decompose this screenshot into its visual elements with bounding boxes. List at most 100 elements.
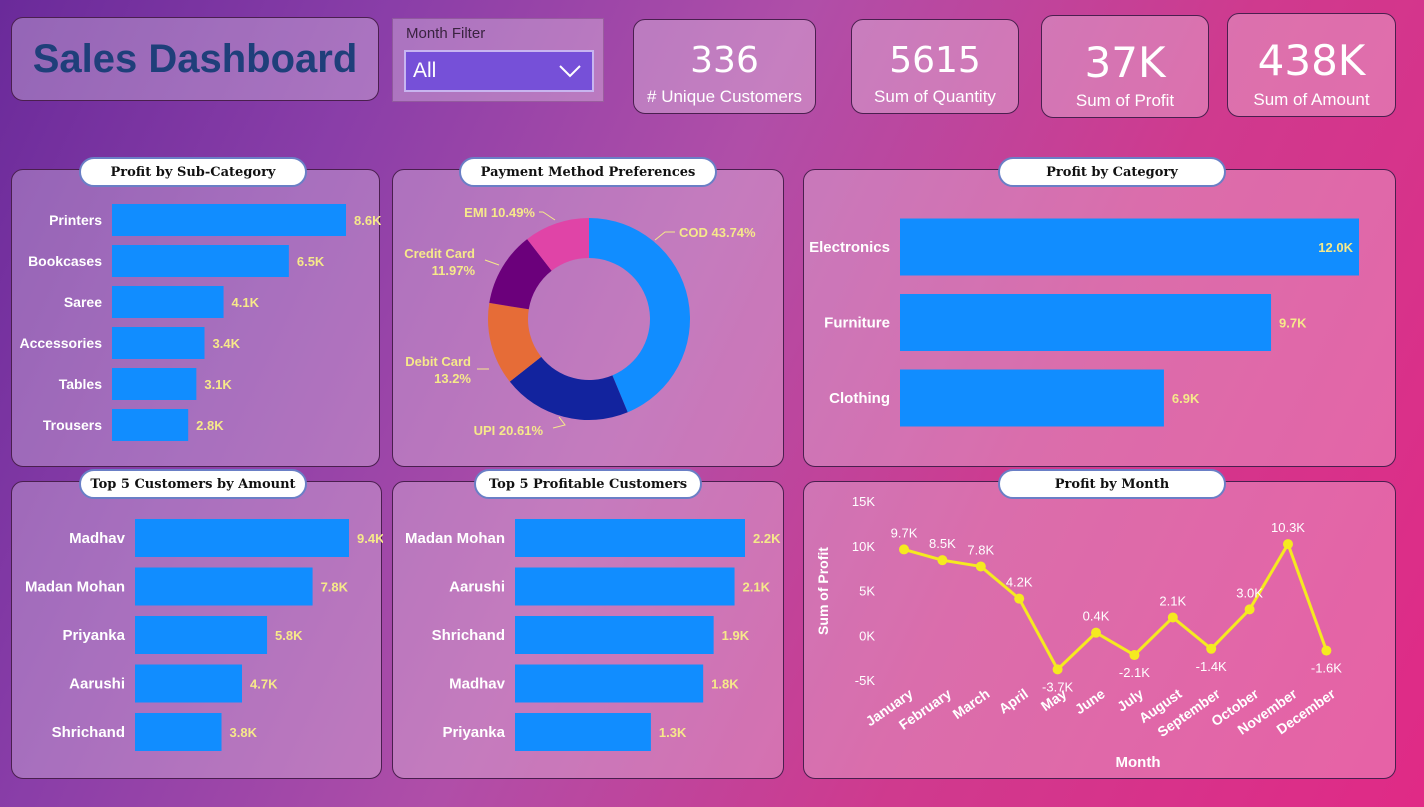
bar-data-label: 12.0K: [1318, 240, 1353, 255]
y-tick-label: 15K: [852, 494, 875, 509]
donut-data-label: EMI 10.49%: [464, 205, 535, 220]
data-point: [1321, 645, 1332, 656]
bar: [900, 369, 1164, 427]
bar-data-label: 4.1K: [232, 295, 260, 310]
data-point: [1014, 593, 1025, 604]
profit-by-month-panel: 15K 10K 5K 0K -5K Sum of Profit Month 9.7K 8.5K 7…: [803, 481, 1396, 779]
bar-category-label: Aarushi: [449, 579, 505, 596]
bar-data-label: 4.7K: [250, 677, 278, 692]
bar: [112, 409, 189, 441]
payment-method-donut: COD 43.74% UPI 20.61% Debit Card 13.2% Credi…: [404, 205, 756, 438]
top-customers-amount-chart: Madhav 9.4K Madan Mohan 7.8K Priyanka 5.8K Aar…: [25, 519, 383, 751]
bar-category-label: Madhav: [69, 530, 126, 547]
bar-category-label: Priyanka: [442, 724, 505, 741]
bar-data-label: 6.9K: [1172, 391, 1200, 406]
top-profitable-customers-chart: Madan Mohan 2.2K Aarushi 2.1K Shrichand 1.9K M…: [405, 519, 781, 751]
leader-line: [654, 231, 675, 241]
y-tick-label: 0K: [859, 628, 875, 643]
point-data-label: 0.4K: [1083, 609, 1110, 624]
data-point: [1206, 643, 1217, 654]
profit-line: [903, 542, 1328, 671]
bar: [515, 519, 745, 557]
bar-data-label: 8.6K: [354, 213, 381, 228]
bar-data-label: 6.5K: [297, 254, 325, 269]
x-tick-label: June: [1072, 685, 1108, 717]
bar: [135, 567, 313, 606]
profit-by-month-chart: 15K 10K 5K 0K -5K Sum of Profit Month 9.7K 8.5K 7…: [815, 494, 1342, 771]
point-data-label: 2.1K: [1159, 593, 1186, 608]
bar-category-label: Electronics: [809, 239, 890, 256]
kpi-sum-amount: 438K Sum of Amount: [1227, 13, 1396, 117]
bar-category-label: Priyanka: [62, 627, 125, 644]
month-filter-dropdown[interactable]: All: [404, 50, 594, 92]
bar-category-label: Shrichand: [432, 627, 505, 644]
top-profitable-customers-panel: Madan Mohan 2.2K Aarushi 2.1K Shrichand 1.9K M…: [392, 481, 784, 779]
donut-data-label: 11.97%: [432, 263, 476, 278]
bar: [515, 713, 651, 751]
month-filter-label: Month Filter: [406, 25, 486, 42]
payment-method-panel: COD 43.74% UPI 20.61% Debit Card 13.2% Credi…: [392, 169, 784, 467]
profit-by-category-chart: Electronics 12.0K Furniture 9.7K Clothing 6.9…: [809, 218, 1359, 427]
bar-data-label: 3.1K: [204, 377, 232, 392]
leader-line: [539, 211, 556, 221]
bar-data-label: 3.8K: [230, 725, 258, 740]
leader-line: [552, 416, 566, 429]
kpi-label: Sum of Amount: [1253, 90, 1370, 109]
bar-data-label: 2.8K: [196, 418, 224, 433]
donut-data-label: UPI 20.61%: [474, 423, 544, 438]
bar-category-label: Madan Mohan: [405, 530, 505, 547]
bar-category-label: Trousers: [43, 417, 102, 433]
point-data-label: 4.2K: [1006, 575, 1033, 590]
bar-category-label: Bookcases: [28, 253, 102, 269]
data-point: [1167, 612, 1178, 623]
bar-category-label: Furniture: [824, 315, 890, 332]
x-axis-title: Month: [1116, 754, 1161, 771]
bar-category-label: Tables: [59, 376, 103, 392]
y-tick-label: 10K: [852, 539, 875, 554]
title-card: Sales Dashboard: [11, 17, 379, 101]
x-tick-label: March: [950, 685, 993, 722]
month-filter-value: All: [413, 59, 437, 82]
bar-data-label: 9.7K: [1279, 316, 1307, 331]
bar: [135, 519, 349, 557]
kpi-value: 336: [690, 40, 759, 81]
profit-by-subcategory-chart: Printers 8.6K Bookcases 6.5K Saree 4.1K Access…: [19, 204, 381, 441]
kpi-label: Sum of Profit: [1075, 91, 1175, 110]
chart-title: Profit by Category: [998, 157, 1226, 187]
kpi-value: 37K: [1084, 38, 1166, 87]
bar: [900, 218, 1359, 276]
data-point: [1129, 650, 1140, 661]
data-point: [975, 561, 986, 572]
bar-category-label: Accessories: [19, 335, 102, 351]
bar-data-label: 2.1K: [743, 580, 771, 595]
kpi-sum-quantity: 5615 Sum of Quantity: [851, 19, 1019, 114]
bar-data-label: 9.4K: [357, 531, 383, 546]
bar: [112, 286, 224, 318]
month-filter: Month Filter All: [392, 18, 604, 102]
bar: [515, 567, 735, 606]
y-tick-label: -5K: [855, 673, 876, 688]
bar-category-label: Saree: [64, 294, 102, 310]
bar-data-label: 7.8K: [321, 580, 349, 595]
kpi-value: 5615: [889, 40, 981, 81]
bar-data-label: 1.3K: [659, 725, 687, 740]
bar-category-label: Printers: [49, 212, 102, 228]
top-customers-amount-panel: Madhav 9.4K Madan Mohan 7.8K Priyanka 5.8K Aar…: [11, 481, 383, 779]
donut-data-label: Credit Card: [404, 246, 475, 261]
data-point: [1052, 664, 1063, 675]
bar-category-label: Clothing: [829, 390, 890, 407]
bar: [900, 294, 1272, 351]
kpi-sum-profit: 37K Sum of Profit: [1041, 15, 1209, 118]
profit-by-subcategory-panel: Printers 8.6K Bookcases 6.5K Saree 4.1K Access…: [11, 169, 381, 467]
kpi-label: Sum of Quantity: [874, 87, 996, 106]
point-data-label: 7.8K: [967, 542, 994, 557]
donut-data-label: 13.2%: [434, 371, 471, 386]
profit-by-category-panel: Electronics 12.0K Furniture 9.7K Clothing 6.9…: [803, 169, 1396, 467]
data-point: [899, 544, 909, 555]
point-data-label: 3.0K: [1236, 585, 1263, 600]
bar-data-label: 2.2K: [753, 531, 781, 546]
chevron-down-icon: [559, 65, 581, 78]
y-tick-label: 5K: [859, 584, 875, 599]
page-title: Sales Dashboard: [32, 36, 358, 81]
kpi-value: 438K: [1257, 36, 1366, 85]
